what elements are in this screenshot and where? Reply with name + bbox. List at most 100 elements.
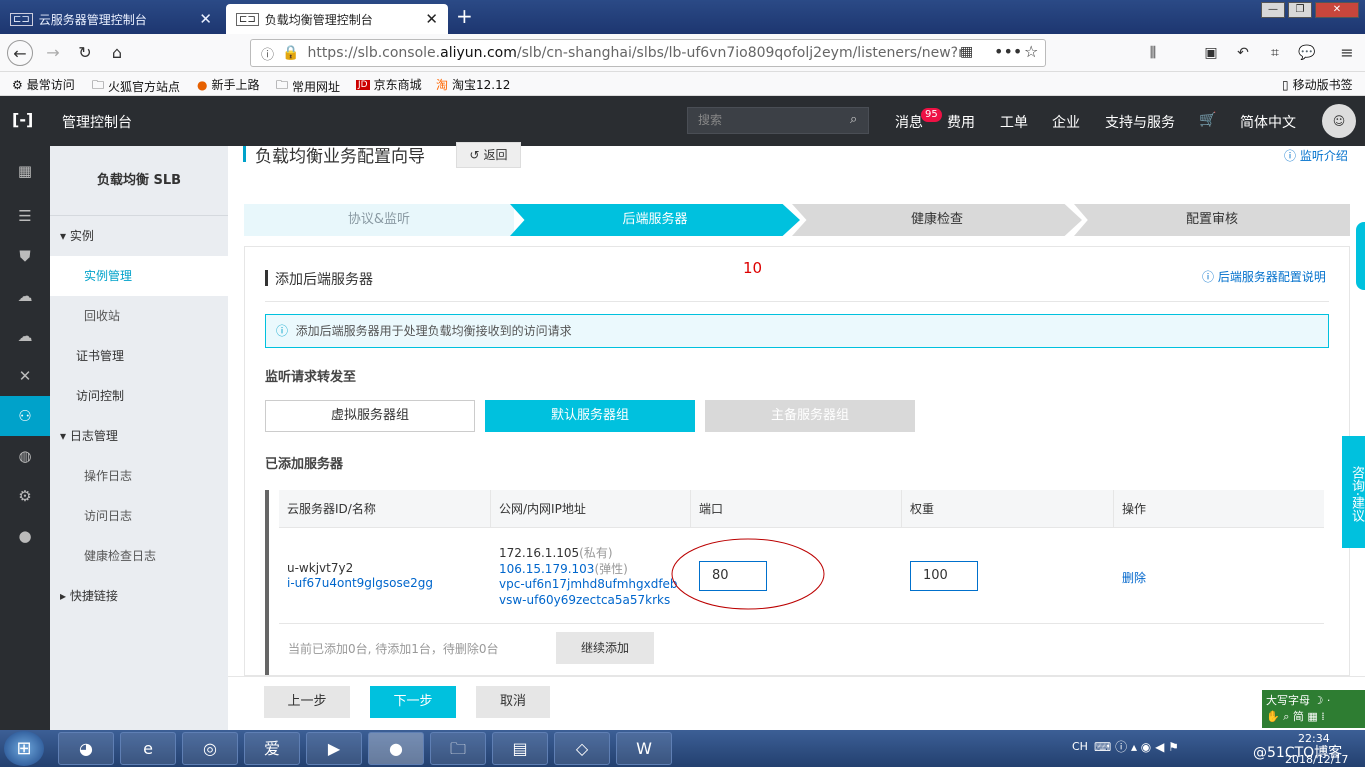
close-icon[interactable]: ✕ — [199, 10, 212, 28]
console-brand[interactable]: 管理控制台 — [62, 112, 132, 132]
home-icon[interactable]: ⌂ — [104, 40, 130, 66]
back-icon[interactable]: ← — [7, 40, 33, 66]
menu-icon[interactable]: ≡ — [1334, 40, 1360, 66]
qr-icon[interactable]: ▦ — [960, 44, 973, 60]
taobao-icon: 淘 — [436, 78, 449, 92]
reload-icon[interactable]: ↻ — [72, 40, 98, 66]
menu-enterprise[interactable]: 企业 — [1052, 112, 1080, 132]
weight-input[interactable]: 100 — [910, 561, 978, 591]
sidebar-icon[interactable]: ▣ — [1198, 40, 1224, 66]
server-id-link[interactable]: i-uf67u4ont9glgsose2gg — [287, 576, 433, 591]
star-icon[interactable]: ☆ — [1024, 42, 1038, 61]
sidebar-item-access-log[interactable]: 访问日志 — [50, 496, 228, 536]
shield-icon[interactable]: ⛊ — [0, 236, 50, 276]
start-icon[interactable]: ⊞ — [4, 731, 44, 766]
bookmark-taobao[interactable]: 淘淘宝12.12 — [436, 76, 510, 93]
more-icon[interactable]: ••• — [994, 42, 1022, 61]
tab-ecs[interactable]: ⊏⊐ 云服务器管理控制台 ✕ — [0, 4, 222, 34]
delete-link[interactable]: 删除 — [1122, 569, 1146, 586]
bookmark-mobile[interactable]: ▯ 移动版书签 — [1282, 76, 1353, 93]
virtual-group-button[interactable]: 虚拟服务器组 — [265, 400, 475, 432]
firefox-icon[interactable]: ● — [368, 732, 424, 765]
globe-icon[interactable]: ◍ — [0, 436, 50, 476]
taskbar-app-icon[interactable]: ◕ — [58, 732, 114, 765]
forward-icon[interactable]: → — [40, 40, 66, 66]
control-panel-icon[interactable]: ▤ — [492, 732, 548, 765]
cloud-upload-icon[interactable]: ☁ — [0, 316, 50, 356]
message-badge: 95 — [921, 108, 942, 122]
sidebar-group-logs[interactable]: ▾ 日志管理 — [50, 416, 228, 456]
chat-icon[interactable]: 💬 — [1294, 40, 1320, 66]
bookmark-most-visited[interactable]: ⚙ 最常访问 — [12, 76, 75, 93]
continue-add-button[interactable]: 继续添加 — [556, 632, 654, 664]
backend-help-link[interactable]: ⓘ 后端服务器配置说明 — [1202, 268, 1326, 285]
explorer-icon[interactable]: 🗀 — [430, 732, 486, 765]
default-group-button[interactable]: 默认服务器组 — [485, 400, 695, 432]
next-button[interactable]: 下一步 — [370, 686, 456, 718]
browser360-icon[interactable]: ◎ — [182, 732, 238, 765]
close-icon[interactable]: ✕ — [425, 10, 438, 28]
sidebar-item-operation-log[interactable]: 操作日志 — [50, 456, 228, 496]
menu-billing[interactable]: 费用 — [947, 112, 975, 132]
slb-icon[interactable]: ⚇ — [0, 396, 50, 436]
list-icon[interactable]: ☰ — [0, 196, 50, 236]
menu-messages[interactable]: 消息 — [895, 112, 923, 132]
cart-icon[interactable]: 🛒 — [1199, 112, 1216, 128]
grid-icon[interactable]: ▦ — [0, 151, 50, 191]
menu-support[interactable]: 支持与服务 — [1105, 112, 1175, 132]
search-input[interactable]: 搜索 — [687, 107, 869, 134]
sidebar-item-recycle[interactable]: 回收站 — [50, 296, 228, 336]
cancel-button[interactable]: 取消 — [476, 686, 550, 718]
sidebar-group-instance[interactable]: ▾ 实例 — [50, 216, 228, 256]
ime-bar[interactable]: 大写字母 ☽ · ✋ ⌕ 简 ▦ ⁞ — [1262, 690, 1365, 728]
aliyun-logo-icon[interactable]: [-] — [12, 110, 33, 129]
notepad-icon[interactable]: ◇ — [554, 732, 610, 765]
new-tab-icon[interactable]: + — [456, 4, 473, 28]
clock-date[interactable]: 2018/12/17 — [1285, 753, 1348, 766]
menu-tickets[interactable]: 工单 — [1000, 112, 1028, 132]
bookmark-jd[interactable]: JD 京东商城 — [356, 76, 422, 93]
sidebar-item-instance-management[interactable]: 实例管理 — [50, 256, 228, 296]
tray-icons[interactable]: ⌨ ⓘ ▴ ◉ ◀ ⚑ — [1094, 738, 1179, 755]
feedback-button[interactable]: 咨询·建议 — [1342, 436, 1365, 548]
crop-icon[interactable]: ⌗ — [1262, 40, 1288, 66]
undo-icon[interactable]: ↶ — [1230, 40, 1256, 66]
bookmark-common[interactable]: 🗀 常用网址 — [276, 76, 340, 97]
avatar[interactable]: ☺ — [1322, 104, 1356, 138]
window-close-icon[interactable]: ✕ — [1315, 2, 1359, 18]
prev-button[interactable]: 上一步 — [264, 686, 350, 718]
info-icon: ⓘ — [276, 324, 289, 338]
vsw-link[interactable]: vsw-uf60y69zectca5a57krks — [499, 593, 678, 609]
sidebar-item-health-log[interactable]: 健康检查日志 — [50, 536, 228, 576]
master-slave-group-button[interactable]: 主备服务器组 — [705, 400, 915, 432]
bookmark-firefox[interactable]: 🗀 火狐官方站点 — [92, 76, 180, 97]
tab-slb[interactable]: ⊏⊐ 负载均衡管理控制台 ✕ — [226, 4, 448, 34]
vpc-link[interactable]: vpc-uf6n17jmhd8ufmhgxdfeb — [499, 577, 678, 593]
iqiyi-icon[interactable]: 爱 — [244, 732, 300, 765]
menu-language[interactable]: 简体中文 — [1240, 112, 1296, 132]
maximize-icon[interactable]: ❐ — [1288, 2, 1312, 18]
bug-icon[interactable]: ⚙ — [0, 476, 50, 516]
sidebar-item-access-control[interactable]: 访问控制 — [50, 376, 228, 416]
media-player-icon[interactable]: ▶ — [306, 732, 362, 765]
tools-icon[interactable]: ✕ — [0, 356, 50, 396]
sidebar-item-certificates[interactable]: 证书管理 — [50, 336, 228, 376]
cloud-icon[interactable]: ☁ — [0, 276, 50, 316]
bookmark-newbie[interactable]: ● 新手上路 — [197, 76, 260, 93]
header-weight: 权重 — [902, 490, 1114, 528]
product-icon-bar: ▦ ☰ ⛊ ☁ ☁ ✕ ⚇ ◍ ⚙ ● — [0, 146, 50, 730]
minimize-icon[interactable]: — — [1261, 2, 1285, 18]
address-bar[interactable]: ⓘ 🔒 https://slb.console.aliyun.com/slb/c… — [250, 39, 1046, 67]
circle-icon[interactable]: ● — [0, 516, 50, 556]
library-icon[interactable]: ⫼ — [1140, 40, 1166, 66]
ie-icon[interactable]: e — [120, 732, 176, 765]
back-button[interactable]: ↺ 返回 — [456, 142, 521, 168]
lang-indicator[interactable]: CH — [1072, 740, 1088, 753]
search-icon[interactable]: ⌕ — [850, 112, 857, 127]
sidebar-group-shortcuts[interactable]: ▸ 快捷链接 — [50, 576, 228, 616]
info-icon[interactable]: ⓘ — [261, 44, 274, 63]
added-label: 已添加服务器 — [265, 457, 344, 472]
listener-help-link[interactable]: ⓘ 监听介绍 — [1284, 147, 1348, 164]
float-handle[interactable] — [1356, 222, 1365, 290]
word-icon[interactable]: W — [616, 732, 672, 765]
